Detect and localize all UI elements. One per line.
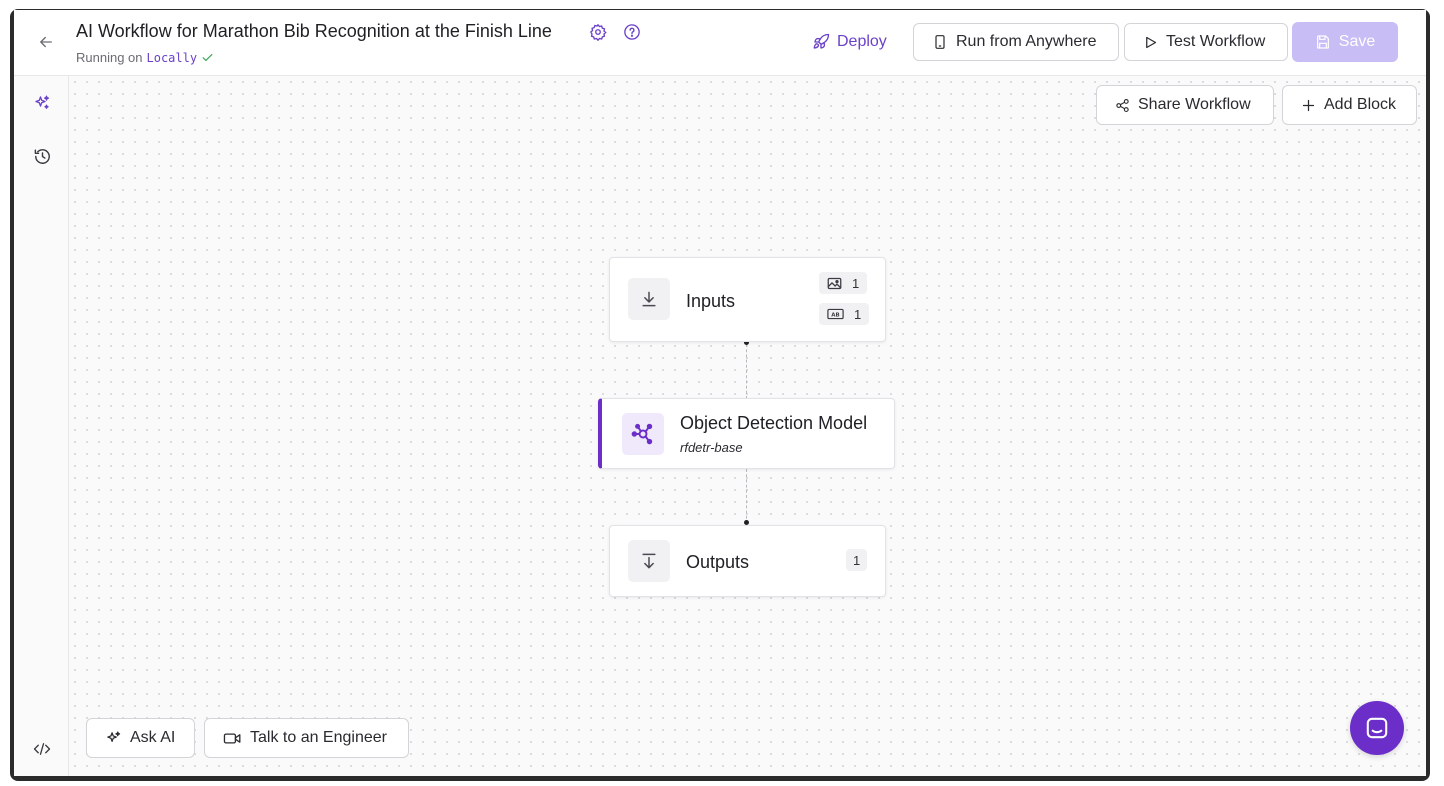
check-icon: [202, 53, 213, 62]
rocket-icon: [813, 33, 830, 49]
smartphone-icon: [935, 35, 945, 49]
outputs-node-icon: [628, 540, 670, 582]
play-icon: [1146, 36, 1157, 48]
export-down-icon: [642, 553, 656, 569]
deploy-label: Deploy: [837, 33, 887, 50]
share-workflow-button[interactable]: Share Workflow: [1096, 85, 1274, 125]
model-node-label: Object Detection Model: [680, 413, 868, 433]
share-workflow-label: Share Workflow: [1138, 96, 1251, 113]
gear-icon: [590, 23, 607, 41]
running-target[interactable]: Locally: [147, 51, 198, 65]
workflow-canvas[interactable]: Share Workflow Add Block Inputs 1 AB 1 O…: [69, 76, 1426, 776]
outputs-count: 1: [846, 549, 868, 571]
inputs-node-label: Inputs: [686, 291, 736, 311]
header-bar: AI Workflow for Marathon Bib Recognition…: [14, 10, 1426, 76]
plus-icon: [1302, 99, 1315, 111]
ask-ai-label: Ask AI: [130, 729, 176, 746]
help-button[interactable]: [622, 22, 642, 42]
video-camera-icon: [223, 732, 241, 744]
talk-to-engineer-button[interactable]: Talk to an Engineer: [204, 718, 409, 758]
save-label: Save: [1338, 33, 1376, 50]
run-from-anywhere-label: Run from Anywhere: [956, 33, 1097, 50]
inputs-node-icon: [628, 278, 670, 320]
test-workflow-button[interactable]: Test Workflow: [1124, 23, 1288, 61]
save-button[interactable]: Save: [1292, 22, 1398, 62]
floppy-disk-icon: [1316, 35, 1329, 49]
help-circle-icon: [624, 24, 640, 40]
app-window: AI Workflow for Marathon Bib Recognition…: [14, 10, 1426, 776]
chat-launcher-button[interactable]: [1350, 701, 1404, 755]
image-input-count-value: 1: [852, 275, 860, 291]
arrow-left-icon: [40, 36, 52, 48]
sparkles-icon: [35, 95, 50, 109]
download-icon: [642, 291, 656, 307]
add-block-label: Add Block: [1324, 96, 1397, 113]
left-sidebar: [14, 76, 69, 776]
page-title: AI Workflow for Marathon Bib Recognition…: [76, 21, 552, 41]
back-button[interactable]: [34, 30, 58, 54]
ask-ai-button[interactable]: Ask AI: [86, 718, 195, 758]
outputs-count-value: 1: [853, 552, 861, 568]
model-id: rfdetr-base: [680, 440, 743, 455]
inputs-node[interactable]: Inputs 1 AB 1: [609, 257, 886, 342]
code-view-button[interactable]: [31, 738, 53, 760]
outputs-node-label: Outputs: [686, 552, 750, 572]
settings-button[interactable]: [588, 22, 608, 42]
ai-assistant-button[interactable]: [31, 92, 53, 114]
svg-text:AB: AB: [831, 312, 839, 318]
text-field-icon: AB: [827, 308, 844, 320]
history-button[interactable]: [31, 145, 53, 167]
edge-inputs-to-model: [746, 344, 747, 399]
chat-icon: [1366, 717, 1388, 739]
test-workflow-label: Test Workflow: [1166, 33, 1266, 50]
history-icon: [34, 148, 50, 164]
share-icon: [1116, 98, 1129, 112]
add-block-button[interactable]: Add Block: [1282, 85, 1417, 125]
text-input-count: AB 1: [819, 303, 870, 325]
title-actions: [588, 22, 642, 42]
running-prefix: Running on: [76, 50, 143, 65]
network-icon: [631, 423, 653, 445]
outputs-node[interactable]: Outputs 1: [609, 525, 886, 597]
edge-model-to-outputs: [746, 469, 747, 524]
runtime-status: Running on Locally: [76, 50, 214, 65]
object-detection-node[interactable]: Object Detection Model rfdetr-base: [598, 398, 895, 469]
image-icon: [827, 277, 842, 289]
model-node-icon: [622, 413, 664, 455]
deploy-button[interactable]: Deploy: [812, 30, 887, 54]
run-from-anywhere-button[interactable]: Run from Anywhere: [913, 23, 1119, 61]
sparkles-icon: [107, 730, 121, 742]
text-input-count-value: 1: [854, 306, 862, 322]
code-icon: [33, 743, 51, 755]
talk-to-engineer-label: Talk to an Engineer: [250, 729, 387, 746]
image-input-count: 1: [819, 272, 868, 294]
